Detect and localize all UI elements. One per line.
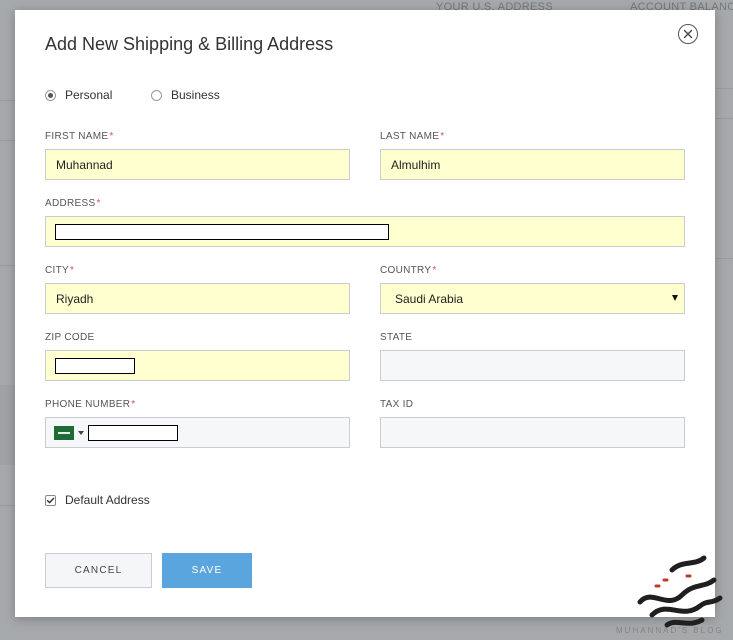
first-name-value: Muhannad [56,157,113,172]
phone-number-input[interactable] [45,417,350,448]
saudi-arabia-flag-icon[interactable] [54,426,74,440]
zip-code-redaction [55,358,135,374]
watermark-logo [637,555,723,628]
radio-personal-label: Personal [65,88,113,102]
required-marker: * [69,265,75,276]
close-button[interactable] [678,24,698,44]
default-address-checkbox[interactable] [45,494,56,506]
radio-business[interactable]: Business [151,88,220,102]
phone-number-redaction [88,425,178,441]
required-marker: * [96,198,101,209]
radio-personal-control[interactable] [45,89,56,101]
phone-number-label-text: PHONE NUMBER [45,399,131,410]
default-address-label: Default Address [65,493,150,507]
radio-business-control[interactable] [151,89,162,101]
radio-selected-dot [48,92,53,98]
close-icon [683,29,693,39]
address-modal: Add New Shipping & Billing Address Perso… [15,10,715,617]
radio-personal[interactable]: Personal [45,88,112,102]
tax-id-label-text: TAX ID [380,399,414,410]
checkmark-icon [46,497,55,503]
flag-script [58,432,70,434]
country-label: COUNTRY* [380,265,437,276]
last-name-label: LAST NAME* [380,131,444,142]
city-label: CITY* [45,265,74,276]
city-label-text: CITY [45,265,69,276]
tax-id-label: TAX ID [380,399,413,410]
address-redaction [55,224,389,240]
save-button[interactable]: SAVE [162,553,252,588]
cancel-button[interactable]: CANCEL [45,553,152,588]
zip-code-label-text: ZIP CODE [45,332,95,343]
first-name-input[interactable]: Muhannad [45,149,350,180]
dropdown-arrow-icon [672,295,678,301]
country-value: Saudi Arabia [395,291,464,306]
country-label-text: COUNTRY [380,265,432,276]
address-label: ADDRESS* [45,198,101,209]
state-label-text: STATE [380,332,413,343]
zip-code-label: ZIP CODE [45,332,94,343]
address-input[interactable] [45,216,685,247]
required-marker: * [432,265,437,276]
city-input[interactable]: Riyadh [45,283,350,314]
required-marker: * [131,399,136,410]
required-marker: * [440,131,445,142]
radio-business-label: Business [171,88,220,102]
default-address-option[interactable]: Default Address [45,493,150,507]
tax-id-input[interactable] [380,417,685,448]
country-select[interactable]: Saudi Arabia [380,283,685,314]
city-value: Riyadh [56,291,94,306]
required-marker: * [109,131,114,142]
last-name-input[interactable]: Almulhim [380,149,685,180]
address-label-text: ADDRESS [45,198,96,209]
country-code-caret-icon[interactable] [78,431,84,435]
last-name-value: Almulhim [391,157,441,172]
state-label: STATE [380,332,412,343]
zip-code-input[interactable] [45,350,350,381]
first-name-label: FIRST NAME* [45,131,114,142]
last-name-label-text: LAST NAME [380,131,440,142]
watermark-caption: MUHANNAD'S BLOG [616,626,724,635]
first-name-label-text: FIRST NAME [45,131,109,142]
phone-number-label: PHONE NUMBER* [45,399,135,410]
modal-title: Add New Shipping & Billing Address [45,34,334,54]
state-input[interactable] [380,350,685,381]
